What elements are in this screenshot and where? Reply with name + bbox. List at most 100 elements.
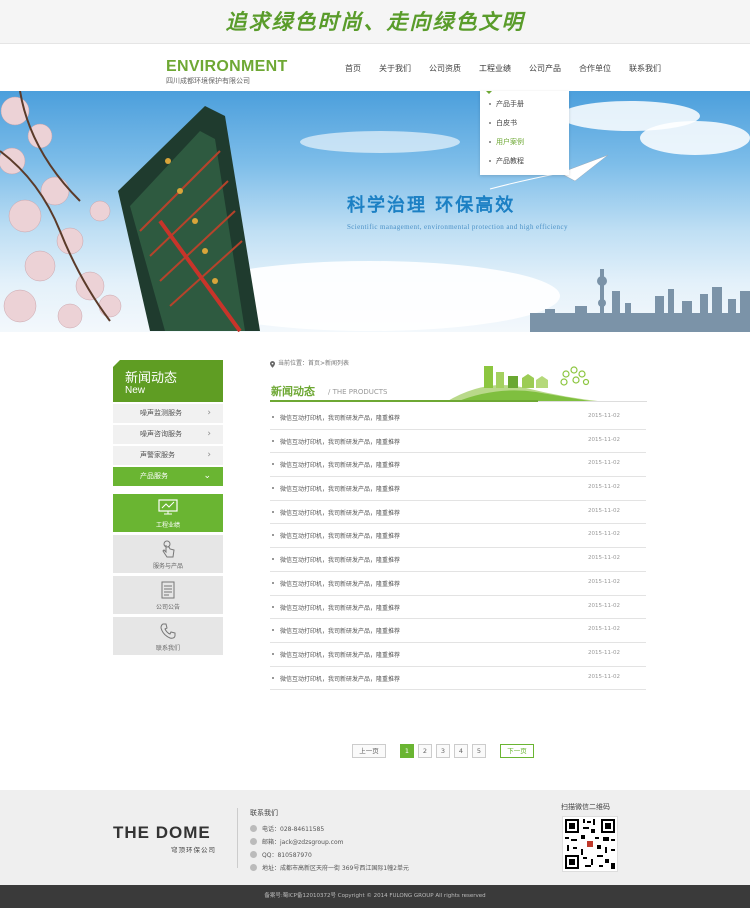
tile-label: 服务与产品 — [152, 563, 183, 570]
eco-city-illustration — [446, 366, 606, 402]
footer-address-text: 地址：成都市高新区天府一街 369号西江国际1幢2单元 — [262, 865, 409, 872]
logo-text[interactable]: ENVIRONMENT — [166, 58, 288, 76]
news-item[interactable]: 微信互动打印机，我司新研发产品，隆重推荐 2015-11-02 — [270, 406, 646, 430]
copyright-bar: 备案号:蜀ICP备12010372号 Copyright © 2014 FULO… — [0, 885, 750, 908]
sidebar-subtitle: New — [125, 385, 146, 396]
sidebar-item-noise-consulting[interactable]: 噪声咨询服务 › — [113, 425, 223, 444]
sidebar-item-label: 声警家服务 — [140, 451, 175, 459]
section-divider — [538, 401, 647, 402]
footer-phone: 电话：028-84611585 — [250, 824, 324, 833]
news-title[interactable]: 微信互动打印机，我司新研发产品，隆重推荐 — [280, 484, 400, 493]
news-title[interactable]: 微信互动打印机，我司新研发产品，隆重推荐 — [280, 460, 400, 469]
wechat-qr-code — [562, 816, 618, 872]
sidebar-item-product-service[interactable]: 产品服务 ⌄ — [113, 467, 223, 486]
news-item[interactable]: 微信互动打印机，我司新研发产品，隆重推荐 2015-11-02 — [270, 643, 646, 667]
news-list: 微信互动打印机，我司新研发产品，隆重推荐 2015-11-02 微信互动打印机，我… — [270, 406, 646, 691]
banner-title: 科学治理 环保高效 — [347, 195, 516, 216]
page-button-2[interactable]: 2 — [418, 744, 432, 758]
news-title[interactable]: 微信互动打印机，我司新研发产品，隆重推荐 — [280, 626, 400, 635]
news-item[interactable]: 微信互动打印机，我司新研发产品，隆重推荐 2015-11-02 — [270, 501, 646, 525]
footer-qq-text: QQ：810587970 — [262, 852, 312, 859]
news-title[interactable]: 微信互动打印机，我司新研发产品，隆重推荐 — [280, 650, 400, 659]
location-icon — [250, 864, 257, 871]
dropdown-item-label: 产品手册 — [496, 100, 524, 108]
news-date: 2015-11-02 — [588, 626, 620, 633]
footer-qq: QQ：810587970 — [250, 850, 312, 859]
prev-page-button[interactable]: 上一页 — [352, 744, 386, 758]
sidebar-item-noise-monitoring[interactable]: 噪声监测服务 › — [113, 404, 223, 423]
tile-announcements[interactable]: 公司公告 — [113, 576, 223, 614]
dropdown-item-label: 白皮书 — [496, 119, 517, 127]
mail-icon — [250, 838, 257, 845]
news-item[interactable]: 微信互动打印机，我司新研发产品，隆重推荐 2015-11-02 — [270, 430, 646, 454]
footer-address: 地址：成都市高新区天府一街 369号西江国际1幢2单元 — [250, 863, 409, 872]
section-title: 新闻动态 — [271, 385, 315, 398]
sidebar-item-sound-expert[interactable]: 声警家服务 › — [113, 446, 223, 465]
hero-banner: 科学治理 环保高效 Scientific management, environ… — [0, 91, 750, 332]
page-button-5[interactable]: 5 — [472, 744, 486, 758]
news-title[interactable]: 微信互动打印机，我司新研发产品，隆重推荐 — [280, 579, 400, 588]
news-date: 2015-11-02 — [588, 578, 620, 585]
news-item[interactable]: 微信互动打印机，我司新研发产品，隆重推荐 2015-11-02 — [270, 667, 646, 691]
quick-tiles: 工程业绩 服务与产品 公司公告 联系我们 — [113, 494, 223, 658]
sidebar-item-label: 噪声咨询服务 — [140, 430, 182, 438]
nav-item-about[interactable]: 关于我们 — [370, 62, 420, 76]
news-item[interactable]: 微信互动打印机，我司新研发产品，隆重推荐 2015-11-02 — [270, 596, 646, 620]
footer-logo-cn: 穹顶环保公司 — [171, 846, 216, 854]
nav-item-partners[interactable]: 合作单位 — [570, 62, 620, 76]
dropdown-item-cases[interactable]: 用户案例 — [480, 133, 569, 152]
slogan-text: 追求绿色时尚、走向绿色文明 — [225, 9, 525, 34]
news-item[interactable]: 微信互动打印机，我司新研发产品，隆重推荐 2015-11-02 — [270, 619, 646, 643]
nav-item-contact[interactable]: 联系我们 — [620, 62, 670, 76]
main-content: 当前位置：首页>新闻列表 新闻动态 / THE PRODUCTS 微信互动打印机… — [270, 358, 647, 691]
news-title[interactable]: 微信互动打印机，我司新研发产品，隆重推荐 — [280, 555, 400, 564]
tile-projects[interactable]: 工程业绩 — [113, 494, 223, 532]
page-button-1[interactable]: 1 — [400, 744, 414, 758]
phone-icon — [160, 623, 176, 639]
banner-subtitle: Scientific management, environmental pro… — [347, 223, 568, 231]
page-button-4[interactable]: 4 — [454, 744, 468, 758]
qr-title: 扫描微信二维码 — [561, 803, 610, 811]
news-item[interactable]: 微信互动打印机，我司新研发产品，隆重推荐 2015-11-02 — [270, 572, 646, 596]
nav-item-qualification[interactable]: 公司资质 — [420, 62, 470, 76]
news-item[interactable]: 微信互动打印机，我司新研发产品，隆重推荐 2015-11-02 — [270, 548, 646, 572]
news-date: 2015-11-02 — [588, 484, 620, 491]
footer-email-text[interactable]: 邮箱：jack@zdzsgroup.com — [262, 837, 344, 846]
chevron-down-icon: ⌄ — [203, 471, 211, 481]
tile-contact[interactable]: 联系我们 — [113, 617, 223, 655]
slogan-bar: 追求绿色时尚、走向绿色文明 — [0, 0, 750, 44]
dropdown-item-manual[interactable]: 产品手册 — [480, 95, 569, 114]
page-button-3[interactable]: 3 — [436, 744, 450, 758]
news-title[interactable]: 微信互动打印机，我司新研发产品，隆重推荐 — [280, 674, 400, 683]
news-date: 2015-11-02 — [588, 413, 620, 419]
chevron-right-icon: › — [207, 450, 211, 460]
news-title[interactable]: 微信互动打印机，我司新研发产品，隆重推荐 — [280, 413, 400, 422]
news-title[interactable]: 微信互动打印机，我司新研发产品，隆重推荐 — [280, 531, 400, 540]
footer-phone-text: 电话：028-84611585 — [262, 826, 325, 833]
city-skyline — [530, 269, 750, 332]
footer-email: 邮箱：jack@zdzsgroup.com — [250, 837, 344, 846]
sidebar: 新闻动态 New 噪声监测服务 › 噪声咨询服务 › 声警家服务 › 产品服务 ⌄ — [113, 360, 223, 486]
news-item[interactable]: 微信互动打印机，我司新研发产品，隆重推荐 2015-11-02 — [270, 453, 646, 478]
dropdown-item-tutorial[interactable]: 产品教程 — [480, 152, 569, 171]
footer-logo: THE DOME — [113, 823, 211, 842]
company-name: 四川成都环境保护有限公司 — [166, 77, 250, 85]
main-nav: 首页 关于我们 公司资质 工程业绩 公司产品 合作单位 联系我们 — [336, 62, 670, 76]
nav-item-products[interactable]: 公司产品 — [520, 62, 570, 76]
copyright-text: 备案号:蜀ICP备12010372号 Copyright © 2014 FULO… — [264, 893, 486, 899]
news-date: 2015-11-02 — [588, 507, 620, 514]
news-title[interactable]: 微信互动打印机，我司新研发产品，隆重推荐 — [280, 508, 400, 517]
next-page-button[interactable]: 下一页 — [500, 744, 534, 758]
nav-item-projects[interactable]: 工程业绩 — [470, 62, 520, 76]
news-title[interactable]: 微信互动打印机，我司新研发产品，隆重推荐 — [280, 437, 400, 446]
section-subtitle: / THE PRODUCTS — [328, 388, 388, 396]
news-item[interactable]: 微信互动打印机，我司新研发产品，隆重推荐 2015-11-02 — [270, 477, 646, 501]
dropdown-caret-icon — [486, 91, 492, 94]
nav-item-home[interactable]: 首页 — [336, 62, 370, 76]
news-item[interactable]: 微信互动打印机，我司新研发产品，隆重推荐 2015-11-02 — [270, 524, 646, 549]
tile-services[interactable]: 服务与产品 — [113, 535, 223, 573]
dropdown-item-whitepaper[interactable]: 白皮书 — [480, 114, 569, 133]
news-title[interactable]: 微信互动打印机，我司新研发产品，隆重推荐 — [280, 603, 400, 612]
phone-icon — [250, 825, 257, 832]
news-date: 2015-11-02 — [588, 649, 620, 656]
